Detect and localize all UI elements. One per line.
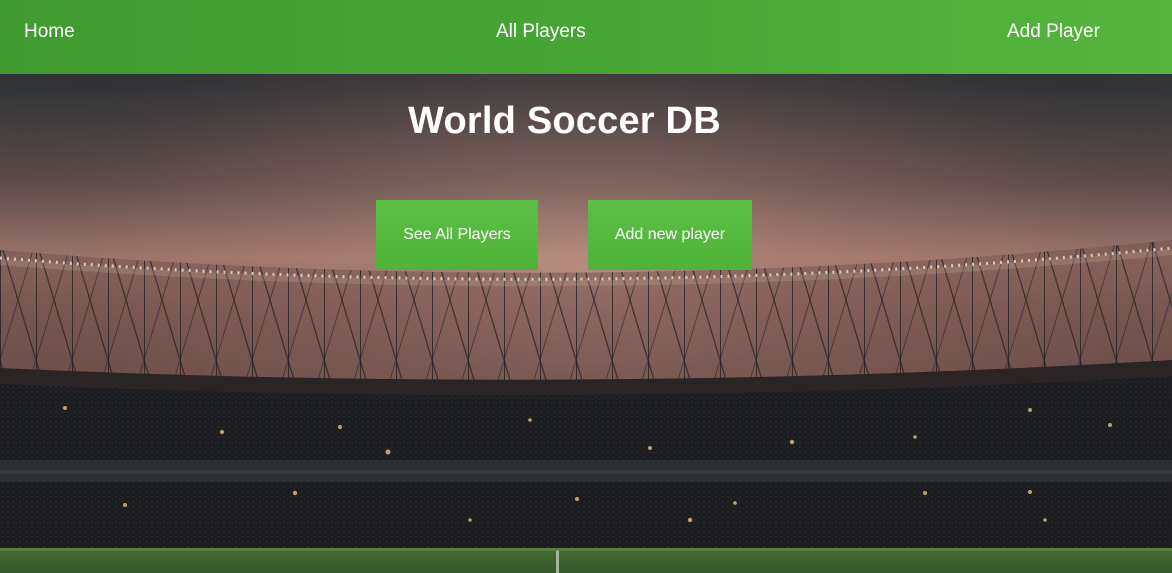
nav-all-players-link[interactable]: All Players bbox=[496, 0, 586, 64]
page: Home All Players Add Player World Soccer… bbox=[0, 0, 1172, 573]
page-title: World Soccer DB bbox=[408, 100, 721, 142]
top-navbar: Home All Players Add Player bbox=[0, 0, 1172, 74]
nav-home-link[interactable]: Home bbox=[24, 0, 75, 64]
nav-add-player-link[interactable]: Add Player bbox=[1007, 0, 1100, 64]
see-all-players-button[interactable]: See All Players bbox=[376, 200, 538, 270]
stadium-background-image bbox=[0, 0, 1172, 573]
add-new-player-button[interactable]: Add new player bbox=[588, 200, 752, 270]
